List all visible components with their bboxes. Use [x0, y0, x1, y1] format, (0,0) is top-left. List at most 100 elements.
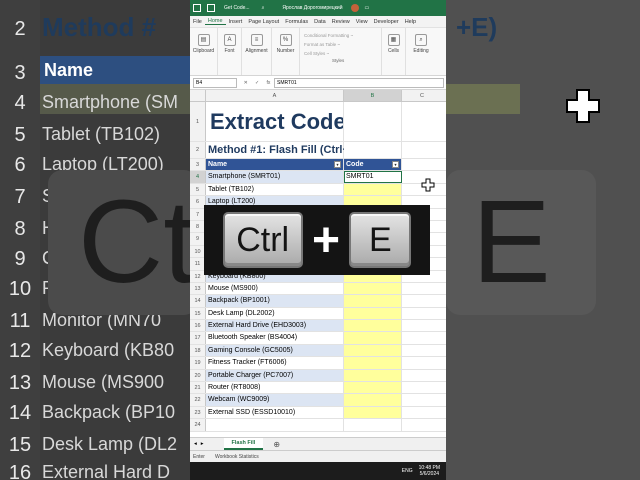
- row-number[interactable]: 14: [190, 295, 206, 307]
- row-number[interactable]: 4: [190, 171, 206, 183]
- cell[interactable]: [402, 407, 442, 418]
- cell[interactable]: [402, 308, 442, 319]
- cell[interactable]: [402, 159, 442, 170]
- code-cell[interactable]: [344, 369, 402, 382]
- enter-icon[interactable]: ✓: [255, 80, 259, 86]
- name-cell[interactable]: External Hard Drive (EHD3003): [206, 320, 344, 332]
- filter-dropdown-icon[interactable]: ▾: [392, 161, 399, 169]
- cell[interactable]: [402, 102, 442, 141]
- search-editing-icon[interactable]: ⌕: [415, 34, 427, 46]
- name-cell[interactable]: External SSD (ESSD10010): [206, 406, 344, 419]
- name-column-header[interactable]: Name ▾: [206, 159, 344, 171]
- font-group[interactable]: A Font: [218, 28, 242, 75]
- cell[interactable]: [402, 295, 442, 306]
- format-as-table-button[interactable]: Format as Table ~: [304, 40, 340, 49]
- select-all-corner[interactable]: [190, 90, 206, 101]
- filter-dropdown-icon[interactable]: ▾: [334, 161, 341, 169]
- editing-group[interactable]: ⌕ Editing: [406, 28, 436, 75]
- cell[interactable]: [402, 345, 442, 356]
- row-number[interactable]: 17: [190, 332, 206, 344]
- workbook-statistics[interactable]: Workbook Statistics: [215, 454, 259, 460]
- name-cell[interactable]: Tablet (TB102): [206, 183, 344, 196]
- name-cell[interactable]: Portable Charger (PC7007): [206, 369, 344, 382]
- code-cell[interactable]: [344, 320, 402, 332]
- scroll-right-icon[interactable]: ▸: [201, 441, 204, 447]
- row-number[interactable]: 22: [190, 394, 206, 406]
- row-number[interactable]: 24: [190, 419, 206, 431]
- clock[interactable]: 10:48 PM 5/6/2024: [419, 465, 440, 477]
- font-icon[interactable]: A: [223, 34, 236, 46]
- menu-review[interactable]: Review: [329, 19, 353, 25]
- formula-input[interactable]: SMRT01: [274, 77, 444, 88]
- cells-icon[interactable]: ▦: [387, 34, 400, 46]
- cell[interactable]: [402, 320, 442, 331]
- cell[interactable]: [344, 142, 402, 158]
- name-cell[interactable]: Bluetooth Speaker (BS4004): [206, 332, 344, 344]
- menu-developer[interactable]: Developer: [371, 19, 402, 25]
- avatar[interactable]: [350, 4, 359, 12]
- name-cell[interactable]: Smartphone (SMRT01): [206, 171, 344, 183]
- cell[interactable]: [402, 382, 442, 393]
- code-cell[interactable]: [344, 382, 402, 394]
- cell[interactable]: [206, 419, 344, 431]
- scroll-left-icon[interactable]: ◂: [194, 441, 197, 447]
- add-sheet-icon[interactable]: ⊕: [273, 440, 280, 449]
- code-cell[interactable]: [344, 344, 402, 357]
- row-number[interactable]: 16: [190, 320, 206, 332]
- menu-formulas[interactable]: Formulas: [282, 19, 311, 25]
- search-icon[interactable]: ⌕: [262, 5, 265, 11]
- cell[interactable]: [402, 142, 442, 158]
- language-indicator[interactable]: ENG: [402, 468, 413, 474]
- name-cell[interactable]: Router (RT8008): [206, 382, 344, 394]
- cell[interactable]: [402, 419, 442, 430]
- name-cell[interactable]: Gaming Console (GC5005): [206, 344, 344, 357]
- row-number[interactable]: 1: [190, 102, 206, 141]
- cells-group[interactable]: ▦ Cells: [382, 28, 406, 75]
- code-cell[interactable]: [344, 394, 402, 406]
- menu-view[interactable]: View: [353, 19, 371, 25]
- cell[interactable]: [402, 370, 442, 381]
- code-cell[interactable]: [344, 295, 402, 307]
- menu-page-layout[interactable]: Page Layout: [245, 19, 282, 25]
- number-group[interactable]: % Number: [272, 28, 300, 75]
- menu-insert[interactable]: Insert: [226, 19, 246, 25]
- row-number[interactable]: 3: [190, 159, 206, 171]
- cell[interactable]: [402, 357, 442, 368]
- row-number[interactable]: 21: [190, 382, 206, 394]
- save-icon[interactable]: [207, 4, 215, 12]
- sheet-subtitle[interactable]: Method #1: Flash Fill (Ctrl+E): [206, 142, 360, 158]
- name-cell[interactable]: Desk Lamp (DL2002): [206, 307, 344, 320]
- code-cell[interactable]: [344, 332, 402, 344]
- column-a-header[interactable]: A: [206, 90, 344, 101]
- row-number[interactable]: 13: [190, 282, 206, 295]
- row-number[interactable]: 23: [190, 406, 206, 419]
- row-number[interactable]: 2: [190, 142, 206, 158]
- cell[interactable]: [402, 283, 442, 294]
- row-number[interactable]: 5: [190, 183, 206, 196]
- row-number[interactable]: 18: [190, 344, 206, 357]
- code-cell[interactable]: [344, 282, 402, 295]
- clipboard-group[interactable]: ▤ Clipboard: [190, 28, 218, 75]
- menu-help[interactable]: Help: [402, 19, 419, 25]
- code-cell[interactable]: [344, 307, 402, 320]
- code-cell[interactable]: [344, 357, 402, 369]
- row-number[interactable]: 15: [190, 307, 206, 320]
- autosave-icon[interactable]: [193, 4, 201, 12]
- cell-styles-button[interactable]: Cell Styles ~: [304, 49, 329, 58]
- row-number[interactable]: 19: [190, 357, 206, 369]
- alignment-icon[interactable]: ≡: [250, 34, 263, 46]
- cell[interactable]: [344, 102, 402, 141]
- code-column-header[interactable]: Code ▾: [344, 159, 402, 171]
- conditional-formatting-button[interactable]: Conditional Formatting ~: [304, 31, 353, 40]
- alignment-group[interactable]: ≡ Alignment: [242, 28, 272, 75]
- code-cell[interactable]: [344, 183, 402, 196]
- sheet-tab-flash-fill[interactable]: Flash Fill: [223, 438, 264, 450]
- paste-icon[interactable]: ▤: [197, 34, 210, 46]
- sheet-title[interactable]: Extract Code: [206, 102, 344, 141]
- name-cell[interactable]: Mouse (MS900): [206, 282, 344, 295]
- menu-data[interactable]: Data: [311, 19, 329, 25]
- code-cell[interactable]: SMRT01: [344, 171, 402, 183]
- menu-home[interactable]: Home: [204, 18, 226, 25]
- column-b-header[interactable]: B: [344, 90, 402, 101]
- menu-file[interactable]: File: [190, 19, 205, 25]
